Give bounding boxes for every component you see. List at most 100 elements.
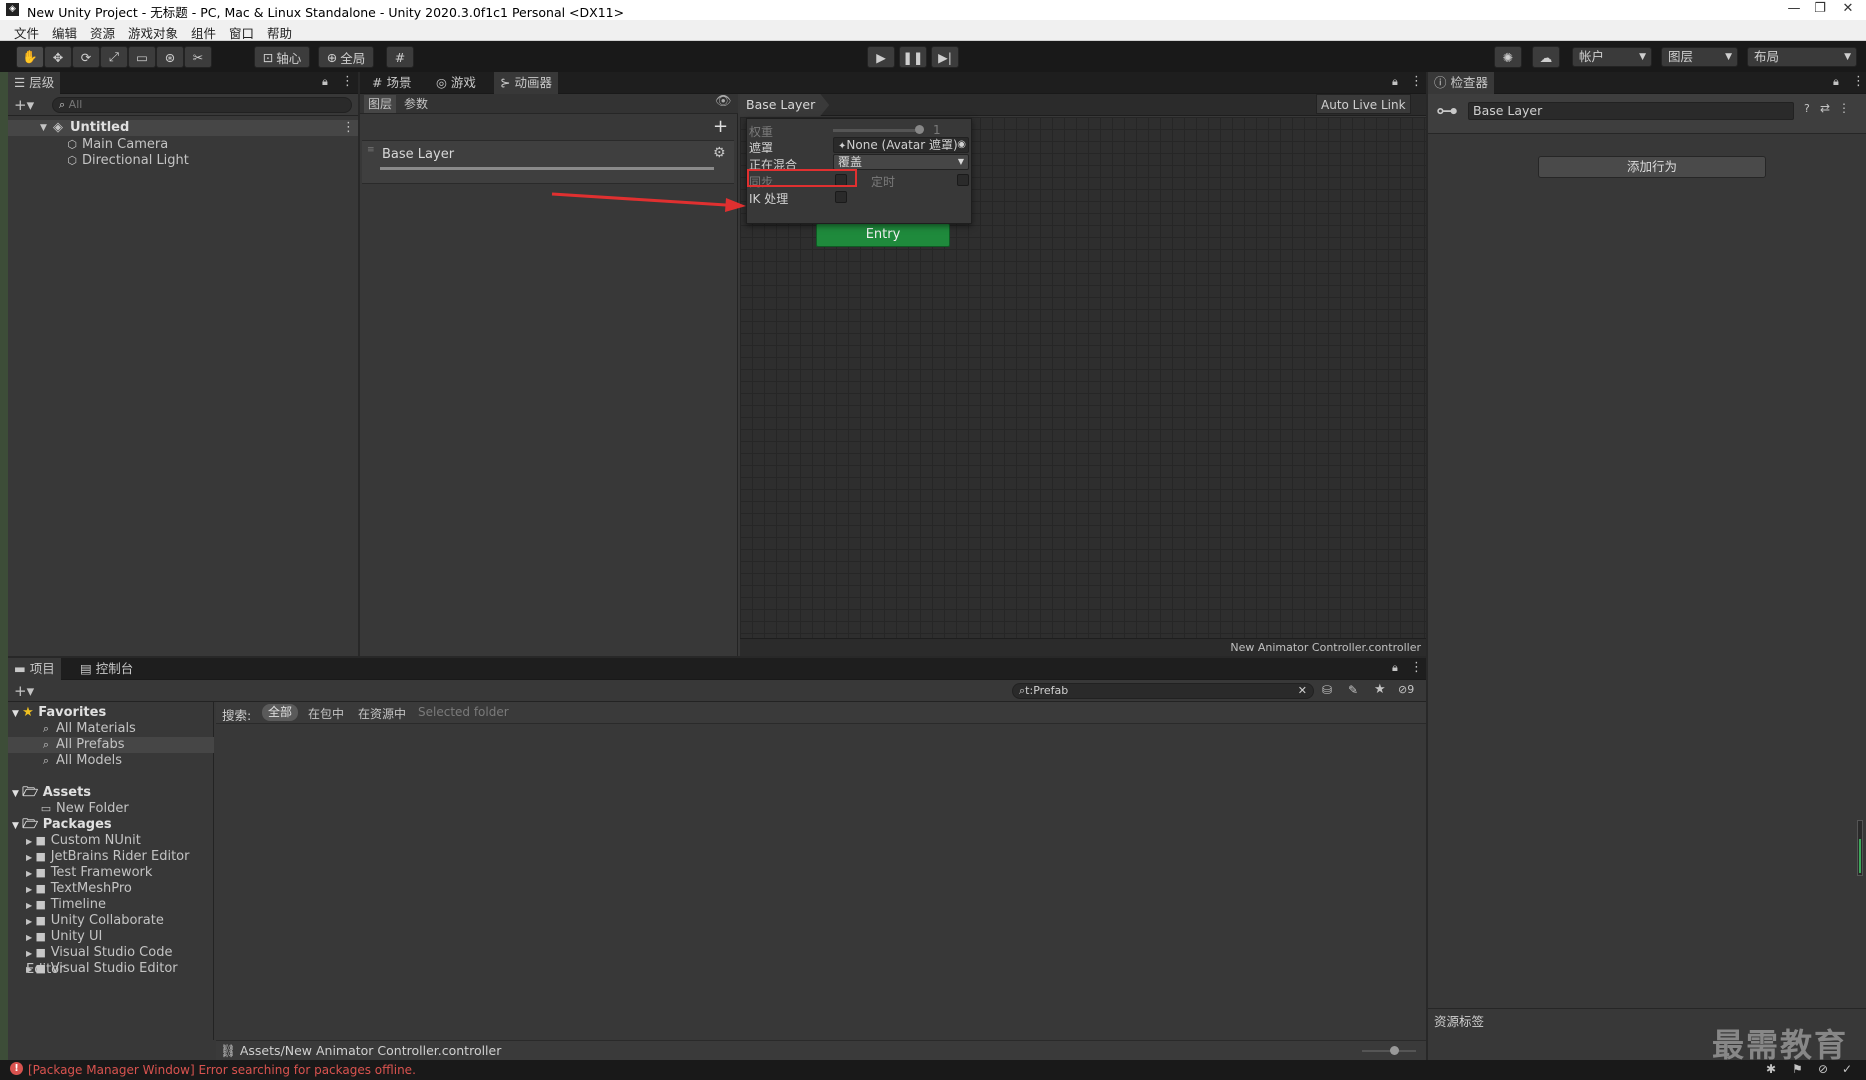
hierarchy-item[interactable]: ⬡ Directional Light (66, 153, 189, 169)
tab-animator[interactable]: ⊱ 动画器 (494, 72, 558, 94)
favorites-group[interactable]: ▼ ★ Favorites (12, 705, 106, 722)
chevron-right-icon[interactable]: ▶ (26, 933, 35, 942)
scale-tool-icon[interactable]: ⤢ (100, 46, 128, 68)
grid-snap-icon[interactable]: # (386, 46, 414, 68)
scope-packages-button[interactable]: 在包中 (308, 705, 344, 722)
package-item[interactable]: ▶ ■ Custom NUnit (26, 833, 141, 850)
menu-component[interactable]: 组件 (191, 23, 216, 42)
object-picker-icon[interactable]: ◉ (957, 138, 966, 152)
chevron-right-icon[interactable]: ▶ (26, 949, 35, 958)
close-button[interactable]: ✕ (1834, 0, 1862, 20)
hidden-packages-button[interactable]: ⊘9 (1398, 683, 1414, 696)
chevron-right-icon[interactable]: ▶ (26, 965, 35, 974)
lock-icon[interactable]: 🔒︎ (1392, 661, 1398, 675)
more-icon[interactable]: ⋮ (341, 74, 354, 89)
menu-window[interactable]: 窗口 (229, 23, 254, 42)
mask-field[interactable]: ✦None (Avatar 遮罩) ◉ (833, 137, 969, 153)
hierarchy-item[interactable]: ⬡ Main Camera (66, 137, 168, 153)
blending-dropdown[interactable]: 覆盖 ▼ (833, 154, 969, 170)
package-item[interactable]: ▶ ■ Unity UI (26, 929, 102, 946)
step-button[interactable]: ▶| (931, 46, 959, 68)
package-item[interactable]: ▶ ■ JetBrains Rider Editor (26, 849, 189, 866)
rect-tool-icon[interactable]: ▭ (128, 46, 156, 68)
inspector-name-field[interactable]: Base Layer (1468, 102, 1794, 120)
more-icon[interactable]: ⋮ (342, 120, 355, 136)
menu-file[interactable]: 文件 (14, 23, 39, 42)
rotate-tool-icon[interactable]: ⟳ (72, 46, 100, 68)
scope-selected-folder-button[interactable]: Selected folder (418, 705, 509, 719)
layers-dropdown[interactable]: 图层 ▼ (1661, 47, 1738, 67)
entry-node[interactable]: Entry (816, 223, 950, 247)
chevron-right-icon[interactable]: ▶ (26, 837, 35, 846)
tab-project[interactable]: ▬ 项目 (8, 658, 61, 680)
tab-scene[interactable]: # 场景 (366, 72, 417, 94)
project-search-input[interactable]: ⌕t:Prefab ✕ (1012, 683, 1314, 699)
global-toggle-button[interactable]: ⊕ 全局 (318, 46, 374, 68)
package-item[interactable]: ▶ ■ Timeline (26, 897, 106, 914)
menu-gameobject[interactable]: 游戏对象 (128, 23, 178, 42)
more-icon[interactable]: ⋮ (1410, 74, 1423, 89)
package-item[interactable]: ▶ ■ Visual Studio Editor (26, 961, 178, 978)
menu-help[interactable]: 帮助 (267, 23, 292, 42)
layout-dropdown[interactable]: 布局 ▼ (1747, 47, 1857, 67)
favorite-item-selected[interactable]: ⌕ All Prefabs (8, 737, 214, 753)
add-icon[interactable]: +▾ (14, 682, 34, 700)
lock-icon[interactable]: 🔒︎ (1833, 75, 1839, 89)
scope-all-button[interactable]: 全部 (262, 704, 299, 721)
play-button[interactable]: ▶ (867, 46, 895, 68)
scene-row[interactable]: ▼ ◈ Untitled ⋮ (8, 120, 358, 136)
more-icon[interactable]: ⋮ (1410, 660, 1423, 675)
search-by-type-icon[interactable]: ⛁ (1322, 683, 1332, 697)
minimize-button[interactable]: — (1780, 0, 1808, 20)
favorite-item[interactable]: ⌕ All Materials (40, 721, 136, 737)
gear-icon[interactable]: ⚙ (713, 145, 726, 161)
chevron-right-icon[interactable]: ▶ (26, 917, 35, 926)
transform-tool-icon[interactable]: ⊛ (156, 46, 184, 68)
scope-assets-button[interactable]: 在资源中 (358, 705, 406, 722)
package-item[interactable]: ▶ ■ Unity Collaborate (26, 913, 164, 930)
collab-icon[interactable]: ✺ (1494, 46, 1522, 68)
menu-assets[interactable]: 资源 (90, 23, 115, 42)
subtab-layers[interactable]: 图层 (364, 95, 397, 113)
chevron-right-icon[interactable]: ▶ (26, 885, 35, 894)
scrollbar[interactable] (1857, 820, 1863, 876)
menu-edit[interactable]: 编辑 (52, 23, 77, 42)
weight-slider-thumb[interactable] (915, 125, 924, 134)
label-tag-icon[interactable]: ✎ (1348, 683, 1358, 697)
star-icon[interactable]: ★ (1374, 682, 1386, 697)
add-layer-button[interactable]: + (713, 116, 728, 137)
tab-game[interactable]: ◎ 游戏 (430, 72, 482, 94)
favorite-item[interactable]: ⌕ All Models (40, 753, 122, 769)
custom-tool-icon[interactable]: ✂ (184, 46, 212, 68)
layer-row[interactable]: ≡ Base Layer ⚙ (362, 140, 734, 184)
clear-search-icon[interactable]: ✕ (1298, 684, 1307, 698)
timing-checkbox[interactable] (957, 174, 969, 186)
weight-slider-track[interactable] (833, 129, 923, 132)
preset-icon[interactable]: ⇄ (1820, 101, 1830, 115)
auto-live-link-button[interactable]: Auto Live Link (1316, 94, 1411, 114)
package-item[interactable]: ▶ ■ TextMeshPro (26, 881, 132, 898)
more-icon[interactable]: ⋮ (1852, 74, 1865, 89)
assets-group[interactable]: ▼ 🗁︎ Assets (12, 785, 91, 802)
eye-icon[interactable]: 👁︎ (715, 94, 732, 109)
chevron-down-icon[interactable]: ▼ (40, 120, 47, 136)
tab-inspector[interactable]: ⓘ 检查器 (1428, 72, 1494, 94)
subtab-parameters[interactable]: 参数 (400, 95, 432, 113)
cloud-icon[interactable]: ☁ (1532, 46, 1560, 68)
help-icon[interactable]: ? (1804, 102, 1810, 115)
add-behaviour-button[interactable]: 添加行为 (1538, 156, 1766, 178)
pivot-toggle-button[interactable]: ⊡ 轴心 (254, 46, 310, 68)
hand-tool-icon[interactable]: ✋ (16, 46, 44, 68)
more-icon[interactable]: ⋮ (1838, 101, 1850, 115)
pause-button[interactable]: ❚❚ (899, 46, 927, 68)
account-dropdown[interactable]: 帐户 ▼ (1572, 47, 1652, 67)
ik-checkbox[interactable] (835, 191, 847, 203)
animator-graph-canvas[interactable]: Entry 权重 1 遮罩 ✦None (Avatar 遮罩) ◉ 正在混合 覆… (740, 117, 1426, 638)
breadcrumb[interactable]: Base Layer (740, 94, 830, 116)
chevron-right-icon[interactable]: ▶ (26, 853, 35, 862)
lock-icon[interactable]: 🔒︎ (322, 75, 328, 89)
tab-console[interactable]: ▤ 控制台 (74, 658, 139, 680)
status-error-message[interactable]: [Package Manager Window] Error searching… (28, 1063, 416, 1077)
chevron-right-icon[interactable]: ▶ (26, 901, 35, 910)
add-icon[interactable]: +▾ (14, 96, 34, 114)
